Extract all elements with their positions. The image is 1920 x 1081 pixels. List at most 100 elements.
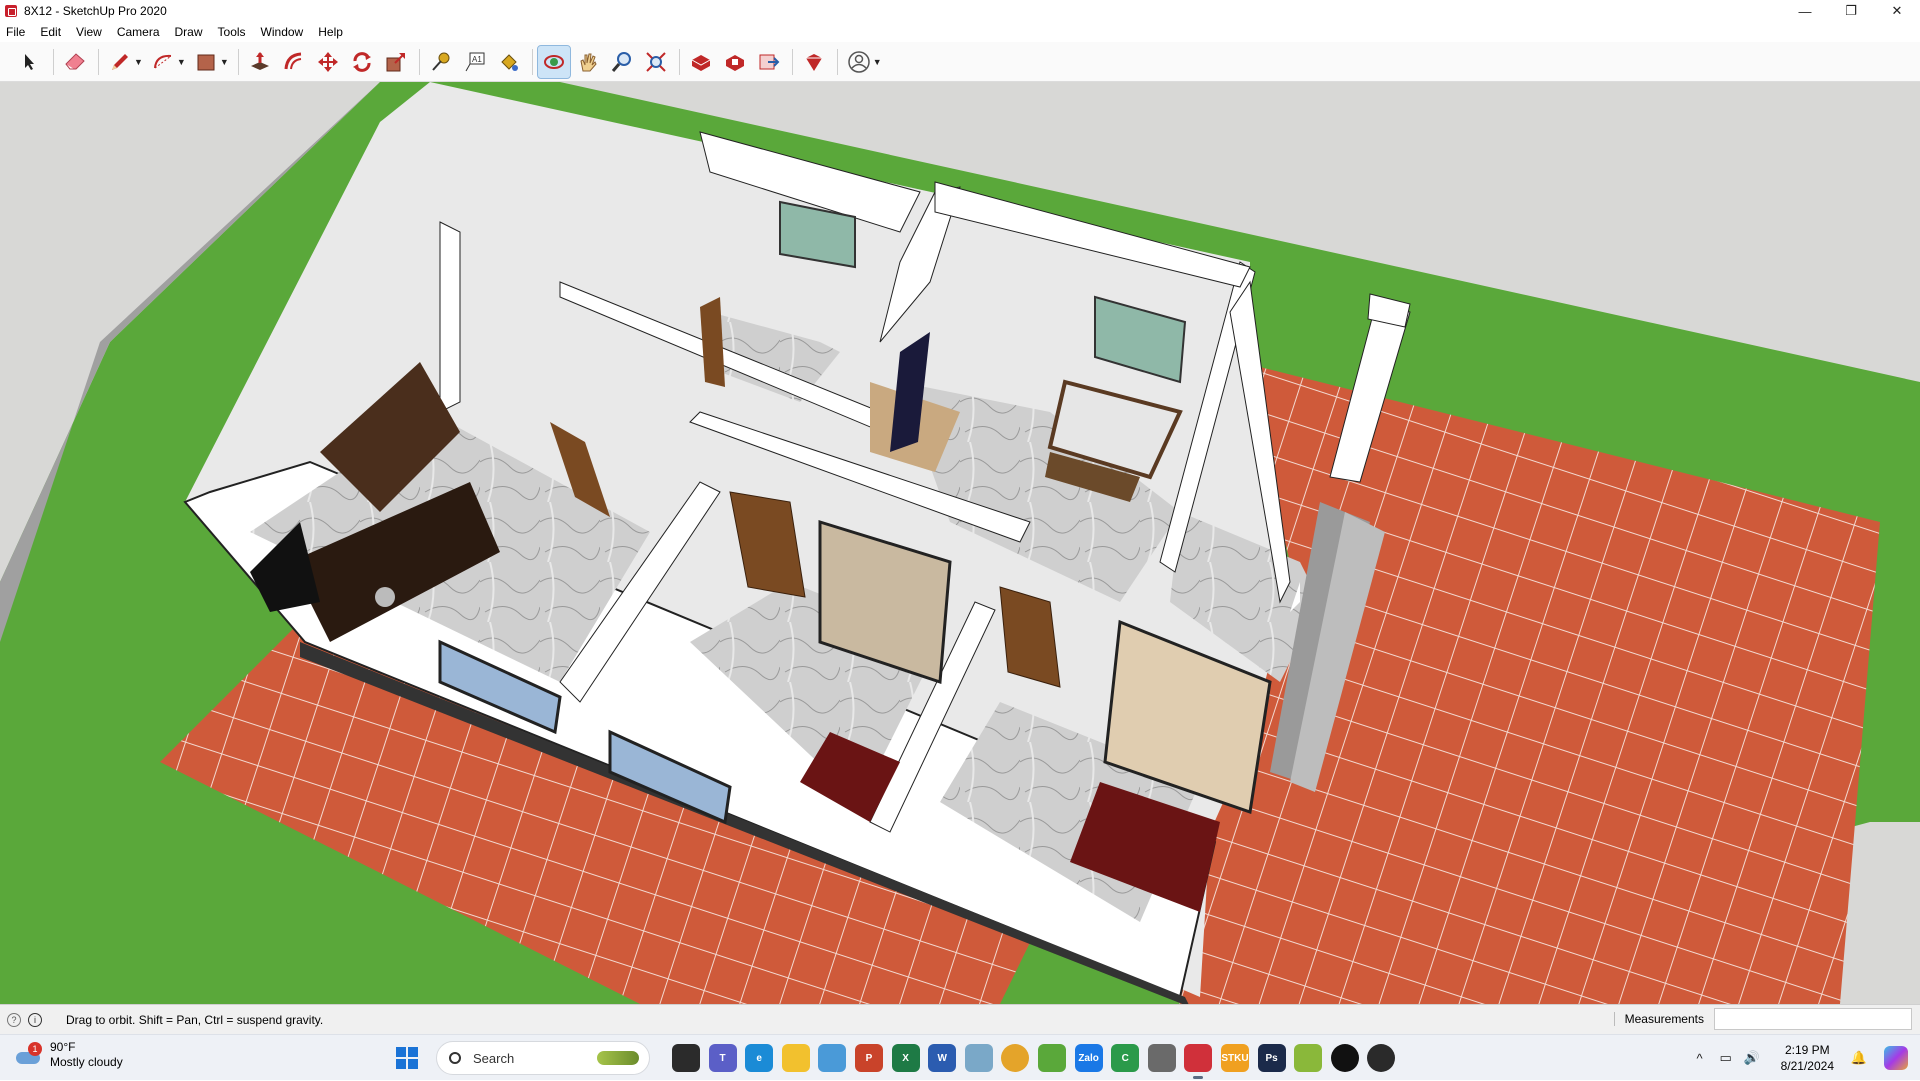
- menu-window[interactable]: Window: [261, 25, 304, 39]
- menu-edit[interactable]: Edit: [40, 25, 61, 39]
- shape-tool-button[interactable]: [190, 46, 222, 78]
- close-button[interactable]: ✕: [1874, 0, 1920, 22]
- shape-tool-dropdown[interactable]: ▼: [220, 57, 229, 67]
- notification-bell-icon[interactable]: 🔔: [1848, 1050, 1870, 1066]
- weather-temperature: 90°F: [50, 1040, 76, 1054]
- word-icon[interactable]: W: [928, 1044, 957, 1072]
- arc-tool-icon: [153, 54, 172, 68]
- menu-camera[interactable]: Camera: [117, 25, 160, 39]
- account-dropdown[interactable]: ▼: [873, 57, 882, 67]
- tape-measure-tool-button[interactable]: [425, 46, 457, 78]
- powerpoint-icon[interactable]: P: [855, 1044, 883, 1072]
- system-tray: ^ ▭ 🔊 2:19 PM 8/21/2024 🔔: [1689, 1035, 1920, 1081]
- settings-app-icon[interactable]: [1147, 1044, 1176, 1072]
- line-tool-button[interactable]: [104, 46, 136, 78]
- 3d-warehouse-button[interactable]: [685, 46, 717, 78]
- select-tool-icon: [25, 53, 34, 70]
- move-tool-button[interactable]: [312, 46, 344, 78]
- extension-warehouse-button[interactable]: [719, 46, 751, 78]
- toolbar-separator: [678, 48, 680, 75]
- search-icon: [449, 1052, 461, 1064]
- photoshop-icon[interactable]: Ps: [1257, 1044, 1286, 1072]
- menu-file[interactable]: File: [6, 25, 25, 39]
- pan-tool-icon: [580, 53, 597, 71]
- sketchup-icon[interactable]: [1184, 1044, 1213, 1079]
- toolbar-separator: [237, 48, 239, 75]
- rotate-tool-button[interactable]: [346, 46, 378, 78]
- account-icon: [848, 50, 870, 73]
- camtasia-icon[interactable]: C: [1111, 1044, 1140, 1072]
- copilot-icon[interactable]: [1884, 1046, 1908, 1070]
- geo-location-icon[interactable]: ?: [7, 1012, 21, 1027]
- instructor-info-icon[interactable]: i: [28, 1012, 42, 1027]
- extension-manager-icon: [805, 53, 822, 71]
- sketchup-window: 8X12 - SketchUp Pro 2020 — ❐ ✕ File Edit…: [0, 0, 1920, 1080]
- arc-tool-button[interactable]: [147, 46, 179, 78]
- pan-tool-button[interactable]: [572, 46, 604, 78]
- file-explorer-icon[interactable]: [781, 1044, 810, 1072]
- rectangle-shape-tool-icon: [197, 54, 215, 70]
- account-button[interactable]: [843, 46, 875, 78]
- zoom-tool-button[interactable]: [606, 46, 638, 78]
- sketchup-logo-icon: [5, 5, 17, 17]
- stickies-icon[interactable]: STKU: [1221, 1044, 1249, 1072]
- menu-tools[interactable]: Tools: [218, 25, 246, 39]
- maximize-button[interactable]: ❐: [1828, 0, 1874, 22]
- arc-tool-dropdown[interactable]: ▼: [177, 57, 186, 67]
- search-highlight-icon: [597, 1051, 639, 1065]
- show-hidden-icons-icon[interactable]: ^: [1689, 1051, 1711, 1066]
- toolbar-separator: [418, 48, 420, 75]
- paint-bucket-tool-icon: [501, 53, 518, 71]
- measurements-input[interactable]: [1714, 1008, 1912, 1030]
- coccoc-icon[interactable]: [1038, 1044, 1066, 1072]
- menu-help[interactable]: Help: [318, 25, 343, 39]
- menu-view[interactable]: View: [76, 25, 102, 39]
- capcut-icon[interactable]: [1330, 1044, 1359, 1072]
- toolbar-separator: [791, 48, 793, 75]
- window-title: 8X12 - SketchUp Pro 2020: [24, 4, 167, 18]
- menu-draw[interactable]: Draw: [175, 25, 203, 39]
- select-tool-button[interactable]: [14, 46, 46, 78]
- bluestacks-icon[interactable]: [1294, 1044, 1323, 1072]
- paint-bucket-tool-button[interactable]: [493, 46, 525, 78]
- clock-date: 8/21/2024: [1780, 1059, 1834, 1073]
- measurements-label: Measurements: [1613, 1012, 1704, 1026]
- teams-icon[interactable]: T: [708, 1044, 737, 1072]
- clock-time: 2:19 PM: [1784, 1043, 1830, 1057]
- title-bar[interactable]: 8X12 - SketchUp Pro 2020 — ❐ ✕: [0, 0, 1920, 22]
- zalo-icon[interactable]: Zalo: [1074, 1044, 1103, 1072]
- search-placeholder: Search: [473, 1050, 515, 1066]
- edge-icon[interactable]: e: [745, 1044, 774, 1072]
- volume-icon[interactable]: 🔊: [1741, 1050, 1763, 1066]
- system-clock[interactable]: 2:19 PM 8/21/2024: [1781, 1042, 1834, 1074]
- network-icon[interactable]: ▭: [1715, 1050, 1737, 1066]
- zoom-extents-tool-button[interactable]: [640, 46, 672, 78]
- 3d-model-viewport[interactable]: [0, 82, 1920, 1004]
- eraser-tool-button[interactable]: [59, 46, 91, 78]
- photos-icon[interactable]: [818, 1044, 847, 1072]
- send-to-layout-button[interactable]: [753, 46, 785, 78]
- send-to-layout-icon: [759, 54, 780, 69]
- status-bar: ? i Drag to orbit. Shift = Pan, Ctrl = s…: [0, 1004, 1920, 1034]
- scale-tool-button[interactable]: [380, 46, 412, 78]
- extension-manager-button[interactable]: [798, 46, 830, 78]
- app-icon[interactable]: [964, 1044, 993, 1072]
- menu-bar: File Edit View Camera Draw Tools Window …: [0, 22, 1920, 42]
- minimize-button[interactable]: —: [1782, 0, 1828, 22]
- task-view-icon[interactable]: [672, 1044, 700, 1072]
- push-pull-tool-button[interactable]: [244, 46, 276, 78]
- excel-icon[interactable]: X: [891, 1044, 920, 1072]
- move-tool-icon: [317, 51, 338, 72]
- line-tool-dropdown[interactable]: ▼: [134, 57, 143, 67]
- start-button[interactable]: [396, 1047, 418, 1069]
- pencil-line-tool-icon: [112, 53, 128, 70]
- chrome-icon[interactable]: [1001, 1044, 1030, 1072]
- text-tool-button[interactable]: A1: [459, 46, 491, 78]
- taskbar-search[interactable]: Search: [436, 1041, 650, 1075]
- weather-widget[interactable]: 1 90°F Mostly cloudy: [14, 1040, 123, 1070]
- weather-alert-badge: 1: [28, 1042, 42, 1056]
- obs-icon[interactable]: [1367, 1044, 1396, 1072]
- windows-taskbar: 1 90°F Mostly cloudy Search Te P X W Zalo C ST…: [0, 1034, 1920, 1080]
- offset-tool-button[interactable]: [278, 46, 310, 78]
- orbit-tool-button[interactable]: [536, 44, 571, 79]
